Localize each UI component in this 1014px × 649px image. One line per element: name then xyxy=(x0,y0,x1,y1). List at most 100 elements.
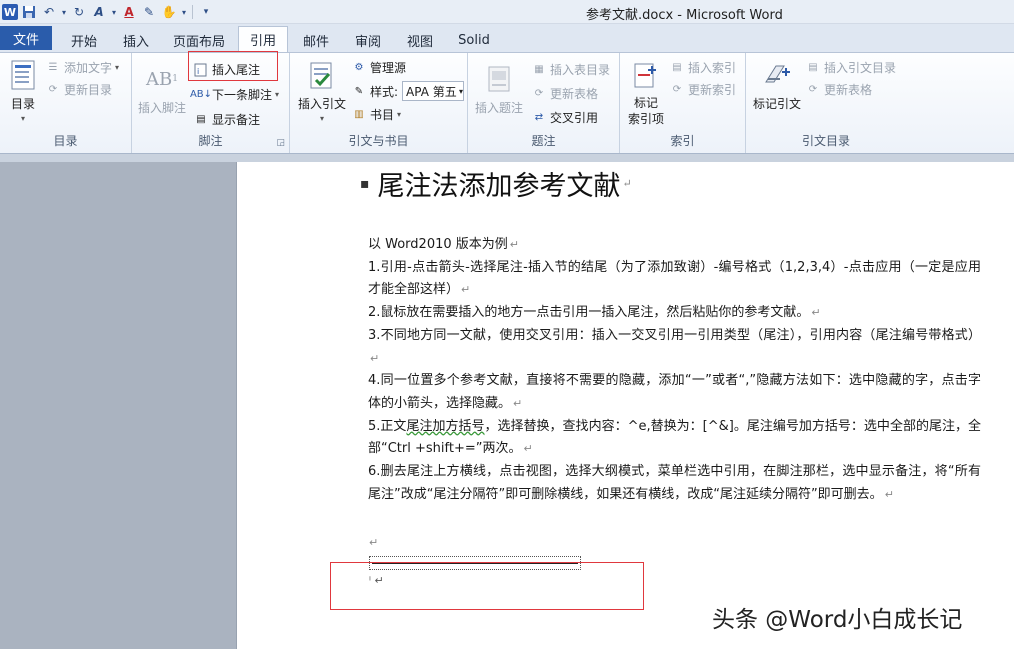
paragraph: 以 Word2010 版本为例 ↵ xyxy=(368,237,519,252)
insert-table-of-figures-label: 插入表目录 xyxy=(550,63,611,77)
save-icon[interactable] xyxy=(20,3,38,21)
toc-button[interactable]: 目录 ▾ xyxy=(6,59,40,123)
dropdown-arrow-icon: ▾ xyxy=(459,86,464,96)
add-text-label: 添加文字 xyxy=(64,61,113,75)
tab-home[interactable]: 开始 xyxy=(62,28,106,52)
manage-sources-icon: ⚙ xyxy=(354,62,364,73)
insert-toa-label: 插入引文目录 xyxy=(824,61,897,75)
style-icon: ✎ xyxy=(354,85,364,97)
redo-icon[interactable]: ↻ xyxy=(70,3,88,21)
insert-citation-button[interactable]: 插入引文 ▾ xyxy=(294,59,350,123)
dropdown-arrow-icon[interactable]: ▾ xyxy=(180,3,188,21)
next-footnote-button[interactable]: AB↓ 下一条脚注 ▾ xyxy=(190,86,280,103)
show-notes-icon: ▤ xyxy=(196,114,206,125)
update-table-button[interactable]: ⟳ 更新表格 xyxy=(532,85,598,102)
undo-icon[interactable]: ↶ xyxy=(40,3,58,21)
insert-caption-button[interactable]: 插入题注 xyxy=(474,63,524,116)
group-label: 引文与书目 xyxy=(348,134,409,148)
word-app-icon[interactable]: W xyxy=(2,4,18,20)
add-text-icon: ☰ xyxy=(48,62,58,73)
tab-insert[interactable]: 插入 xyxy=(114,28,158,52)
group-table-of-authorities: 标记引文 ▤ 插入引文目录 ⟳ 更新表格 引文目录 xyxy=(746,53,906,153)
show-notes-button[interactable]: ▤ 显示备注 xyxy=(194,111,260,128)
heading-text: 尾注法添加参考文献 xyxy=(377,171,621,202)
document-heading: ▪ 尾注法添加参考文献 ↵ xyxy=(360,164,632,203)
tab-mailings[interactable]: 邮件 xyxy=(296,28,336,52)
title-bar: W ↶ ▾ ↻ A ▾ A ✎ ✋ ▾ ▾ 参考文献.docx - Micros… xyxy=(0,0,1014,24)
dialog-launcher-icon[interactable]: ◲ xyxy=(276,138,285,148)
group-label: 引文目录 xyxy=(801,134,850,148)
add-text-button[interactable]: ☰ 添加文字 ▾ xyxy=(46,59,120,76)
group-index: 标记 索引项 ▤ 插入索引 ⟳ 更新索引 索引 xyxy=(620,53,746,153)
quick-access-toolbar: W ↶ ▾ ↻ A ▾ A ✎ ✋ ▾ ▾ xyxy=(2,2,215,22)
mark-entry-icon xyxy=(630,59,662,91)
cross-reference-button[interactable]: ⇄ 交叉引用 xyxy=(532,109,598,126)
next-footnote-label: 下一条脚注 xyxy=(212,88,273,102)
highlight-box-endnote-area xyxy=(330,562,644,610)
insert-index-button[interactable]: ▤ 插入索引 xyxy=(670,59,736,76)
dropdown-arrow-icon[interactable]: ▾ xyxy=(60,3,68,21)
tab-solid[interactable]: Solid xyxy=(452,28,496,52)
document-body: 以 Word2010 版本为例 ↵ 1.引用-点击箭头-选择尾注-插入节的结尾（为… xyxy=(368,234,981,506)
group-citations-bibliography: 插入引文 ▾ ⚙ 管理源 ✎ 样式: APA 第五 ▾ ▥ 书目 ▾ 引文与书目 xyxy=(290,53,468,153)
font-style-icon[interactable]: A xyxy=(90,3,108,21)
window-title: 参考文献.docx - Microsoft Word xyxy=(586,8,783,23)
style-label: 样式: xyxy=(370,84,399,99)
footnote-ab-icon: AB 1 xyxy=(146,68,178,90)
spellcheck-underline: 尾注加方括号 xyxy=(406,418,485,434)
group-label: 目录 xyxy=(53,134,78,148)
manage-sources-label: 管理源 xyxy=(370,61,407,75)
paragraph-mark: ↵ xyxy=(622,177,632,190)
group-captions: 插入题注 ▦ 插入表目录 ⟳ 更新表格 ⇄ 交叉引用 题注 xyxy=(468,53,620,153)
mark-citation-button[interactable]: 标记引文 xyxy=(750,59,804,112)
group-label: 题注 xyxy=(531,134,556,148)
insert-table-of-authorities-button[interactable]: ▤ 插入引文目录 xyxy=(806,59,896,76)
paragraph: 5.正文尾注加方括号，选择替换，查找内容：^e,替换为：[^&]。尾注编号加方括… xyxy=(368,418,981,457)
refresh-icon: ⟳ xyxy=(808,84,818,95)
tab-view[interactable]: 视图 xyxy=(400,28,440,52)
mark-citation-label: 标记引文 xyxy=(752,97,801,111)
insert-caption-label: 插入题注 xyxy=(474,101,523,115)
manage-sources-button[interactable]: ⚙ 管理源 xyxy=(352,59,407,76)
table-of-authorities-icon: ▤ xyxy=(808,62,818,73)
citation-style-value: APA 第五 xyxy=(406,84,457,99)
insert-citation-label: 插入引文 xyxy=(297,97,346,111)
tab-file[interactable]: 文件 xyxy=(0,26,52,50)
format-painter-icon[interactable]: ✋ xyxy=(160,3,178,21)
highlighter-icon[interactable]: ✎ xyxy=(140,3,158,21)
bibliography-icon: ▥ xyxy=(354,109,364,120)
empty-paragraph-mark: ↵ xyxy=(369,536,379,549)
cross-reference-label: 交叉引用 xyxy=(550,111,599,125)
insert-citation-icon xyxy=(306,59,338,91)
update-toc-button[interactable]: ⟳ 更新目录 xyxy=(46,81,112,98)
ribbon: 目录 ▾ ☰ 添加文字 ▾ ⟳ 更新目录 目录 AB 1 插入脚注 i 插入尾注 … xyxy=(0,52,1014,154)
dropdown-arrow-icon: ▾ xyxy=(275,90,280,99)
paragraph: 6.删去尾注上方横线，点击视图，选择大纲模式，菜单栏选中引用，在脚注那栏，选中显… xyxy=(368,464,981,502)
paragraph: 3.不同地方同一文献，使用交叉引用：插入一交叉引用一引用类型（尾注），引用内容（… xyxy=(368,327,981,365)
bibliography-button[interactable]: ▥ 书目 ▾ xyxy=(352,106,401,123)
paragraph: 1.引用-点击箭头-选择尾注-插入节的结尾（为了添加致谢）-编号格式（1,2,3… xyxy=(368,259,981,298)
mark-entry-label: 标记 索引项 xyxy=(627,96,664,126)
mark-citation-icon xyxy=(761,59,793,91)
heading-bullet: ▪ xyxy=(360,175,370,192)
update-toa-button[interactable]: ⟳ 更新表格 xyxy=(806,81,872,98)
citation-style-control: ✎ 样式: APA 第五 ▾ xyxy=(352,81,465,101)
table-of-figures-icon: ▦ xyxy=(534,64,544,75)
citation-style-select[interactable]: APA 第五 ▾ xyxy=(402,81,465,101)
mark-entry-button[interactable]: 标记 索引项 xyxy=(624,59,668,127)
update-index-button[interactable]: ⟳ 更新索引 xyxy=(670,81,736,98)
insert-footnote-button[interactable]: AB 1 插入脚注 xyxy=(138,63,186,116)
insert-table-of-figures-button[interactable]: ▦ 插入表目录 xyxy=(532,61,610,78)
insert-index-icon: ▤ xyxy=(672,62,682,73)
highlight-box-insert-endnote xyxy=(188,51,278,81)
watermark-text: 头条 @Word小白成长记 xyxy=(712,607,963,633)
update-index-label: 更新索引 xyxy=(688,83,737,97)
refresh-icon: ⟳ xyxy=(48,84,58,95)
toc-button-label: 目录 xyxy=(10,97,35,111)
tab-review[interactable]: 审阅 xyxy=(348,28,388,52)
font-color-icon[interactable]: A xyxy=(120,3,138,21)
tab-references[interactable]: 引用 xyxy=(238,26,288,52)
customize-qat-icon[interactable]: ▾ xyxy=(197,3,215,21)
tab-page-layout[interactable]: 页面布局 xyxy=(168,28,230,52)
dropdown-arrow-icon[interactable]: ▾ xyxy=(110,3,118,21)
